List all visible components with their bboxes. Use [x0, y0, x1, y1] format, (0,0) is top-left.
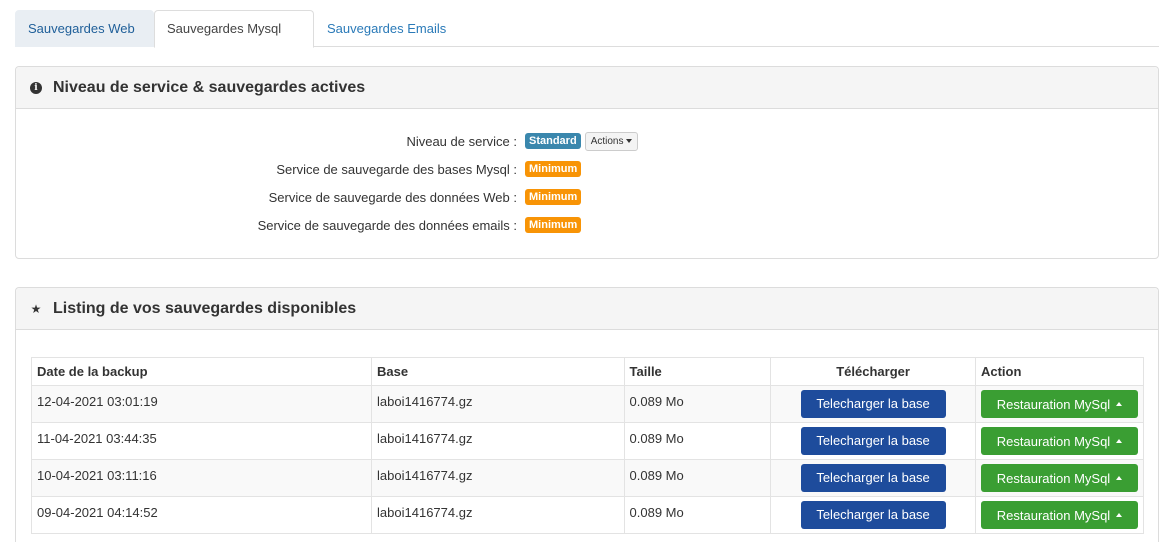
- backups-listing-header: ★ Listing de vos sauvegardes disponibles: [16, 288, 1158, 330]
- tab-sauvegardes-web[interactable]: Sauvegardes Web: [15, 10, 154, 47]
- download-button[interactable]: Telecharger la base: [800, 464, 946, 492]
- backup-date: 09-04-2021 04:14:52: [30, 496, 373, 534]
- service-level-title: Niveau de service & sauvegardes actives: [53, 78, 366, 96]
- service-row-emails: Service de sauvegarde des données emails…: [16, 215, 1160, 235]
- actions-dropdown-button[interactable]: Actions: [584, 131, 639, 151]
- backup-base: laboi1416774.gz: [371, 459, 625, 497]
- standard-badge: Standard: [525, 133, 581, 149]
- col-size-header: Taille: [623, 357, 772, 386]
- service-level-header: i Niveau de service & sauvegardes active…: [16, 67, 1158, 109]
- actions-label: Actions: [590, 135, 624, 147]
- download-cell: Telecharger la base: [770, 496, 976, 534]
- service-row-mysql: Service de sauvegarde des bases Mysql : …: [16, 159, 1160, 179]
- backup-size: 0.089 Mo: [623, 385, 772, 423]
- service-level-label: Niveau de service :: [406, 133, 517, 149]
- caret-up-icon: [1116, 513, 1123, 517]
- backup-base: laboi1416774.gz: [371, 385, 625, 423]
- table-header-row: Date de la backup Base Taille Télécharge…: [30, 357, 1145, 386]
- table-row: 11-04-2021 03:44:35 laboi1416774.gz 0.08…: [30, 422, 1145, 460]
- col-date-header: Date de la backup: [30, 357, 373, 386]
- caret-down-icon: [626, 139, 633, 143]
- tab-sauvegardes-emails[interactable]: Sauvegardes Emails: [314, 10, 459, 47]
- caret-up-icon: [1116, 476, 1123, 480]
- service-level-panel: i Niveau de service & sauvegardes active…: [15, 66, 1159, 259]
- restore-label: Restauration MySql: [996, 433, 1111, 449]
- backup-date: 11-04-2021 03:44:35: [30, 422, 373, 460]
- col-base-header: Base: [371, 357, 625, 386]
- backup-tabs: Sauvegardes Web Sauvegardes Mysql Sauveg…: [15, 10, 1159, 48]
- restore-label: Restauration MySql: [996, 396, 1111, 412]
- download-button[interactable]: Telecharger la base: [800, 501, 946, 529]
- backups-listing-title: Listing de vos sauvegardes disponibles: [53, 299, 357, 317]
- web-minimum-badge: Minimum: [525, 189, 582, 205]
- action-cell: Restauration MySql: [974, 385, 1145, 423]
- emails-backup-label: Service de sauvegarde des données emails…: [257, 217, 517, 233]
- web-backup-label: Service de sauvegarde des données Web :: [268, 189, 517, 205]
- col-action-header: Action: [974, 357, 1145, 386]
- mysql-backup-label: Service de sauvegarde des bases Mysql :: [276, 161, 517, 177]
- backup-base: laboi1416774.gz: [371, 422, 625, 460]
- emails-minimum-badge: Minimum: [525, 217, 582, 233]
- backups-table: Date de la backup Base Taille Télécharge…: [30, 357, 1145, 534]
- col-download-header: Télécharger: [770, 357, 976, 386]
- backup-date: 12-04-2021 03:01:19: [30, 385, 373, 423]
- service-row-web: Service de sauvegarde des données Web : …: [16, 187, 1160, 207]
- backup-base: laboi1416774.gz: [371, 496, 625, 534]
- caret-up-icon: [1116, 402, 1123, 406]
- star-icon: ★: [30, 301, 42, 316]
- service-row-level: Niveau de service : Standard Actions: [16, 131, 1160, 151]
- restore-label: Restauration MySql: [996, 470, 1111, 486]
- backup-size: 0.089 Mo: [623, 422, 772, 460]
- info-circle-icon: i: [29, 81, 43, 94]
- backup-size: 0.089 Mo: [623, 496, 772, 534]
- table-row: 09-04-2021 04:14:52 laboi1416774.gz 0.08…: [30, 496, 1145, 534]
- caret-up-icon: [1116, 439, 1123, 443]
- mysql-minimum-badge: Minimum: [525, 161, 582, 177]
- download-button[interactable]: Telecharger la base: [800, 390, 946, 418]
- table-row: 10-04-2021 03:11:16 laboi1416774.gz 0.08…: [30, 459, 1145, 497]
- action-cell: Restauration MySql: [974, 422, 1145, 460]
- tab-sauvegardes-mysql[interactable]: Sauvegardes Mysql: [154, 10, 314, 48]
- download-cell: Telecharger la base: [770, 422, 976, 460]
- action-cell: Restauration MySql: [974, 496, 1145, 534]
- table-row: 12-04-2021 03:01:19 laboi1416774.gz 0.08…: [30, 385, 1145, 423]
- backup-date: 10-04-2021 03:11:16: [30, 459, 373, 497]
- backups-listing-panel: ★ Listing de vos sauvegardes disponibles…: [15, 287, 1159, 542]
- restore-mysql-button[interactable]: Restauration MySql: [980, 501, 1138, 529]
- restore-mysql-button[interactable]: Restauration MySql: [980, 427, 1138, 455]
- download-cell: Telecharger la base: [770, 385, 976, 423]
- restore-mysql-button[interactable]: Restauration MySql: [980, 390, 1138, 418]
- download-button[interactable]: Telecharger la base: [800, 427, 946, 455]
- backup-size: 0.089 Mo: [623, 459, 772, 497]
- restore-mysql-button[interactable]: Restauration MySql: [980, 464, 1138, 492]
- download-cell: Telecharger la base: [770, 459, 976, 497]
- action-cell: Restauration MySql: [974, 459, 1145, 497]
- restore-label: Restauration MySql: [996, 507, 1111, 523]
